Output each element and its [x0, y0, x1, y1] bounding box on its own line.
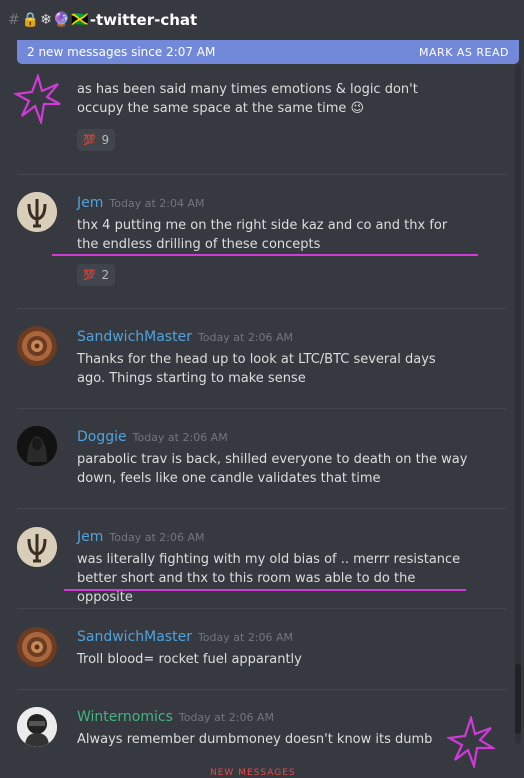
message-header: SandwichMaster Today at 2:06 AM: [77, 629, 293, 645]
new-messages-divider: NEW MESSAGES: [210, 768, 296, 778]
divider: [17, 174, 507, 175]
message-header: Doggie Today at 2:06 AM: [77, 429, 228, 445]
divider: [17, 308, 507, 309]
username[interactable]: SandwichMaster: [77, 329, 192, 345]
avatar[interactable]: [17, 192, 57, 232]
mark-as-read-button[interactable]: MARK AS READ: [419, 46, 509, 59]
annotation-underline: [52, 254, 478, 256]
timestamp: Today at 2:06 AM: [178, 711, 274, 724]
new-messages-banner[interactable]: 2 new messages since 2:07 AM MARK AS REA…: [17, 40, 519, 64]
username[interactable]: SandwichMaster: [77, 629, 192, 645]
divider: [17, 689, 507, 690]
message-text: parabolic trav is back, shilled everyone…: [77, 452, 468, 486]
avatar[interactable]: [17, 426, 57, 466]
username[interactable]: Jem: [77, 529, 103, 545]
star-icon: [447, 716, 495, 768]
avatar[interactable]: [17, 527, 57, 567]
message-header: SandwichMaster Today at 2:06 AM: [77, 329, 293, 345]
avatar[interactable]: [17, 627, 57, 667]
avatar[interactable]: [17, 707, 57, 747]
star-icon: [14, 74, 61, 124]
reaction-button[interactable]: 💯 9: [77, 129, 116, 151]
channel-name: -twitter-chat: [89, 11, 198, 29]
new-messages-text[interactable]: 2 new messages since 2:07 AM: [27, 45, 215, 59]
avatar[interactable]: [17, 326, 57, 366]
channel-hash-icon: #: [8, 12, 20, 28]
crystal-ball-icon: 🔮: [52, 12, 71, 28]
scrollbar[interactable]: [515, 64, 521, 744]
channel-header: # 🔒 ❄ 🔮 🇯🇲 -twitter-chat: [0, 0, 524, 40]
message-text: was literally fighting with my old bias …: [77, 552, 461, 605]
timestamp: Today at 2:06 AM: [109, 531, 205, 544]
divider: [17, 508, 507, 509]
message-header: Winternomics Today at 2:06 AM: [77, 709, 274, 725]
username[interactable]: Jem: [77, 195, 103, 211]
timestamp: Today at 2:06 AM: [197, 631, 294, 644]
divider: [17, 408, 507, 409]
timestamp: Today at 2:06 AM: [197, 331, 294, 344]
message-text: as has been said many times emotions & l…: [77, 82, 418, 116]
reaction-button[interactable]: 💯 2: [77, 264, 116, 286]
hundred-points-icon: 💯: [83, 134, 96, 146]
username[interactable]: Winternomics: [77, 709, 173, 725]
message-text: Thanks for the head up to look at LTC/BT…: [77, 352, 436, 386]
lock-icon: 🔒: [21, 12, 40, 28]
hundred-points-icon: 💯: [83, 269, 96, 281]
timestamp: Today at 2:04 AM: [109, 197, 205, 210]
username[interactable]: Doggie: [77, 429, 127, 445]
scrollbar-thumb[interactable]: [515, 664, 521, 734]
annotation-underline: [64, 589, 466, 591]
message-text: Troll blood= rocket fuel apparantly: [77, 652, 302, 667]
jamaica-flag-icon: 🇯🇲: [71, 12, 89, 28]
timestamp: Today at 2:06 AM: [132, 431, 228, 444]
reaction-count: 2: [101, 268, 110, 282]
snowflake-icon: ❄: [40, 12, 52, 28]
message-text: thx 4 putting me on the right side kaz a…: [77, 218, 448, 252]
message-text: Always remember dumbmoney doesn't know i…: [77, 732, 433, 747]
message-header: Jem Today at 2:04 AM: [77, 195, 204, 211]
divider: [17, 608, 507, 609]
message-header: Jem Today at 2:06 AM: [77, 529, 204, 545]
reaction-count: 9: [101, 133, 110, 147]
